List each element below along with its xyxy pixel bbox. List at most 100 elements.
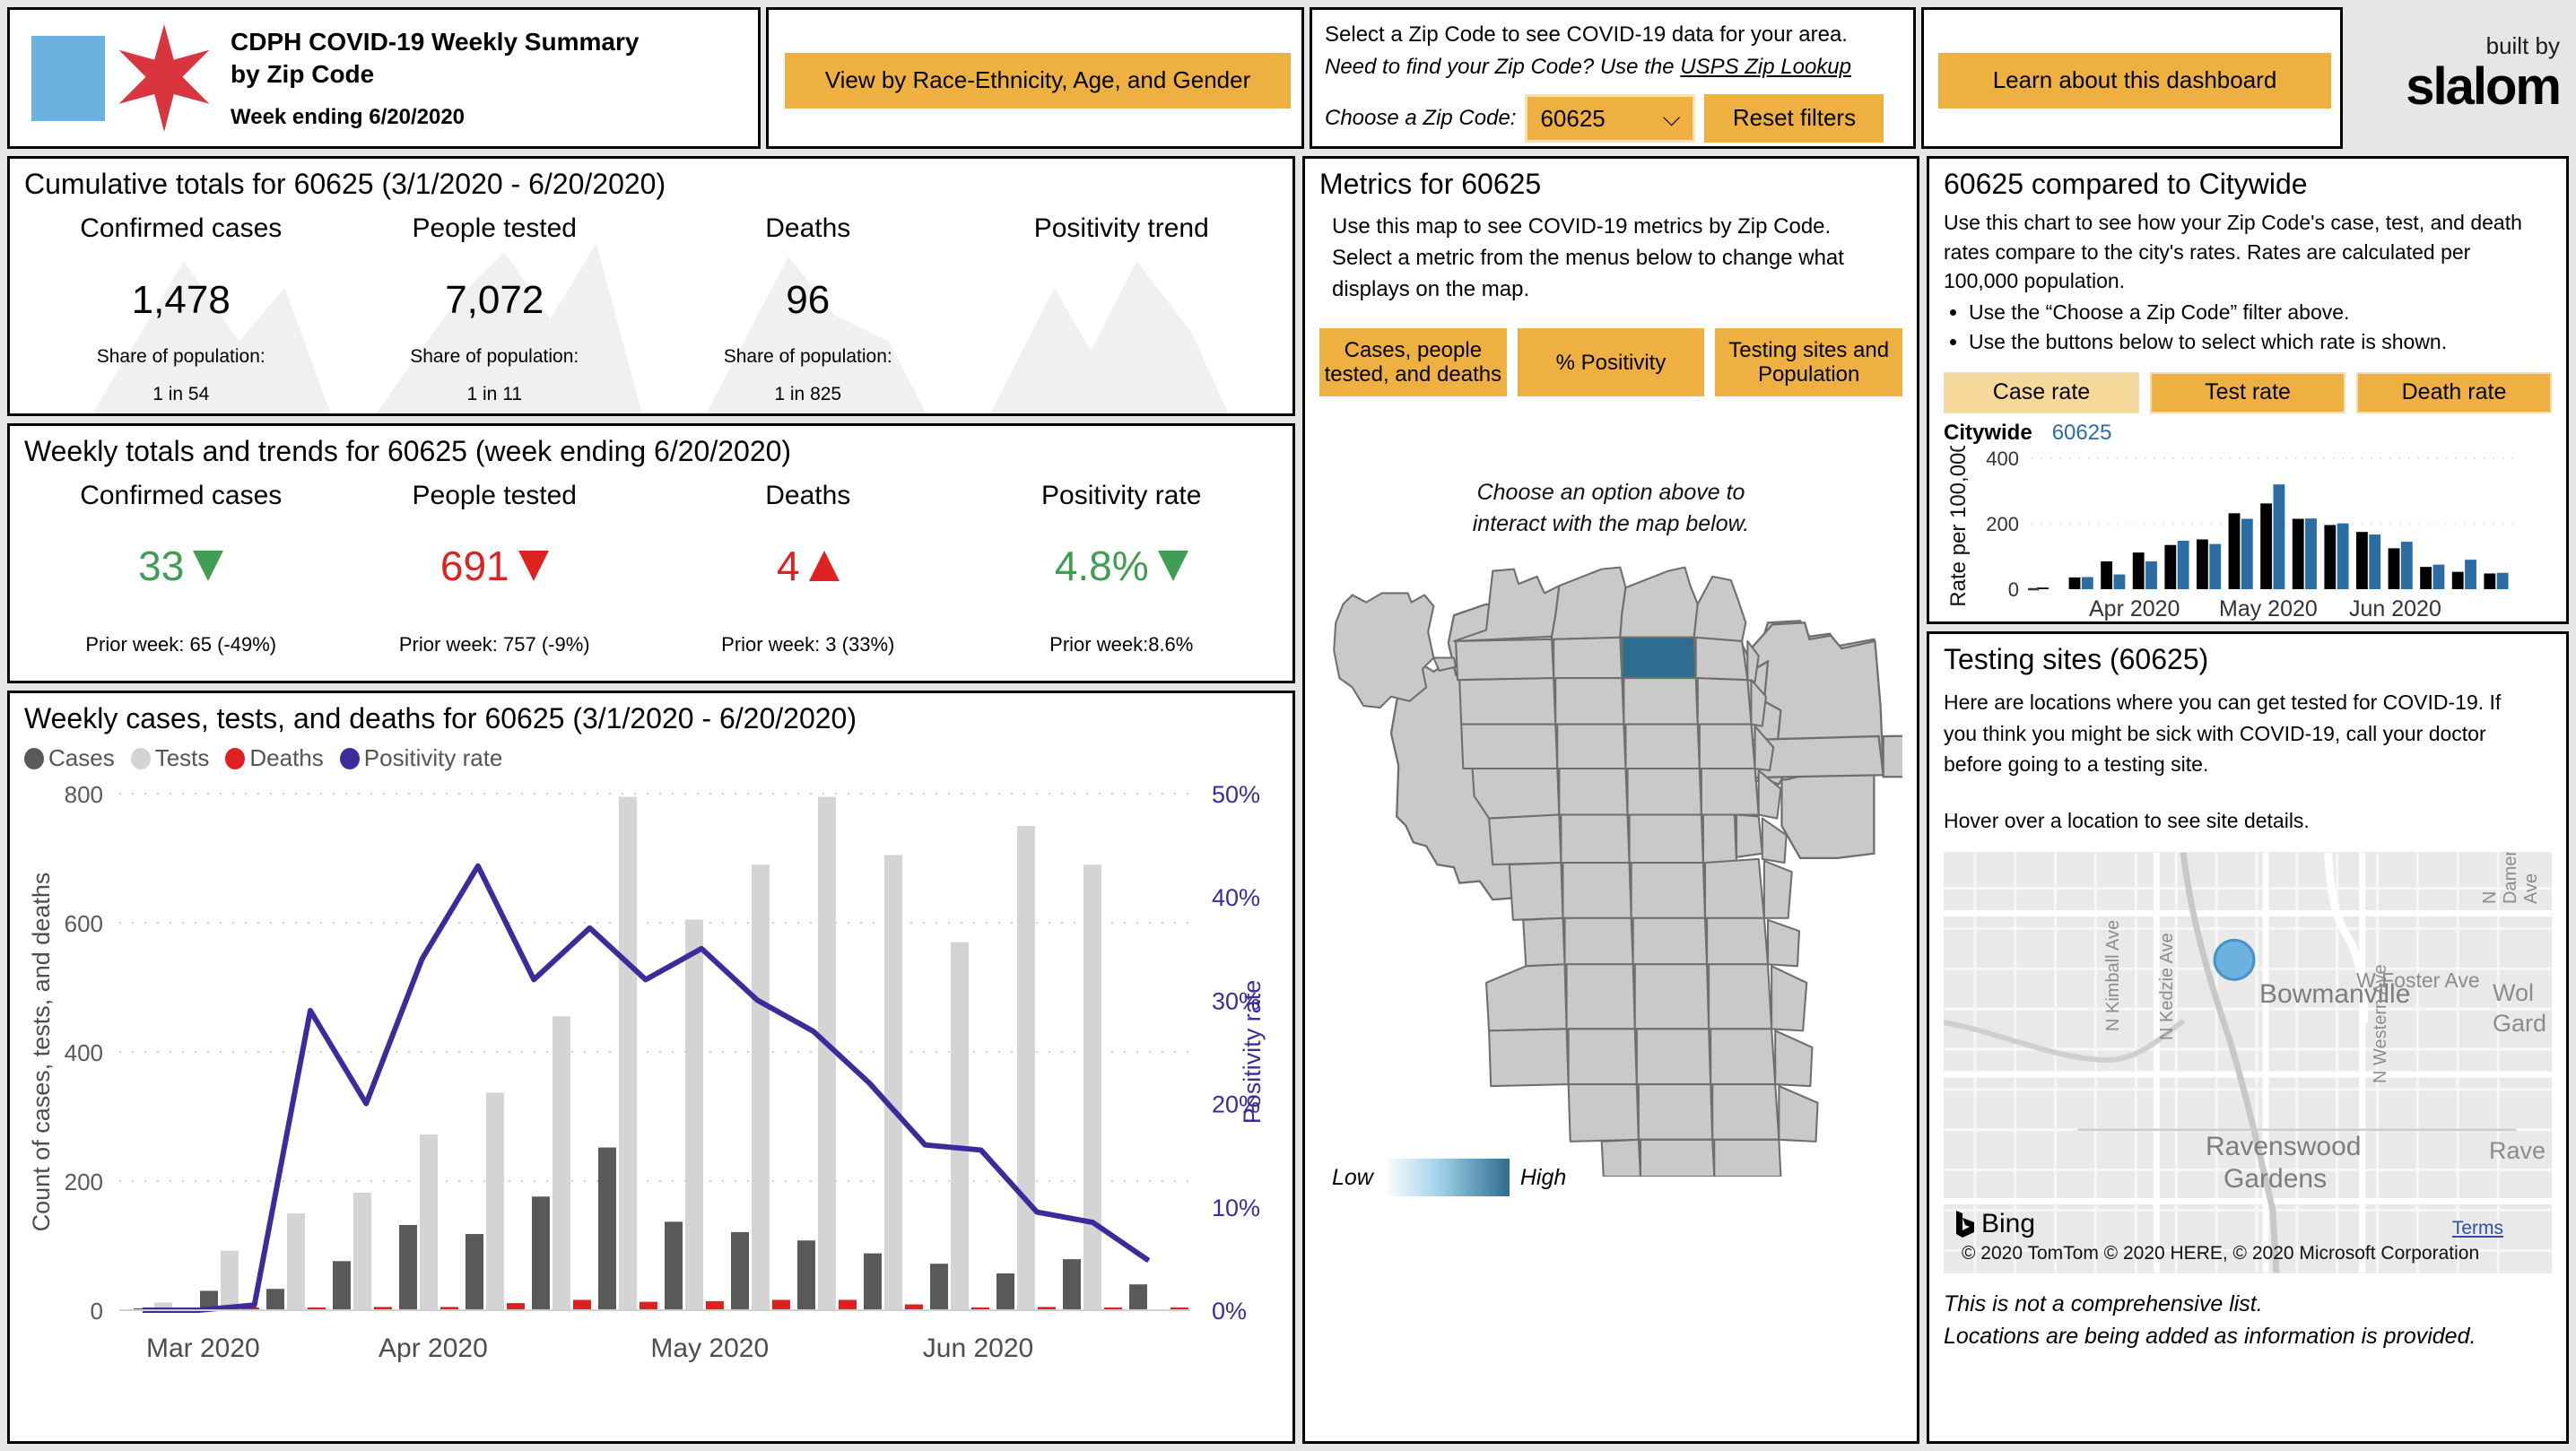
metric-button-cases-tested-deaths[interactable]: Cases, people tested, and deaths [1319,328,1507,397]
dashboard-root: CDPH COVID-19 Weekly Summary by Zip Code… [0,0,2576,1451]
cumulative-metric-deaths: Deaths 96 Share of population: 1 in 825 [651,213,965,405]
chicago-zip-map[interactable]: Low High [1319,549,2194,1212]
testing-body-line1: Here are locations where you can get tes… [1944,691,2502,714]
dashboard-title-line1: CDPH COVID-19 Weekly Summary [231,28,640,56]
header-learn-card: Learn about this dashboard [1921,7,2343,149]
weekly-chart-svg[interactable]: 02004006008000%10%20%30%40%50%Mar 2020 Ap… [24,772,1280,1400]
metric-button-testing-sites-population[interactable]: Testing sites and Population [1715,328,1903,397]
legend-swatch-positivity [339,747,360,769]
compare-chart-svg[interactable]: 0 200 400 Apr 2020 May 2020 Jun 2020 Rate per … [1944,440,2546,625]
map-label-gardens: Gard [2493,1010,2547,1037]
legend-swatch-tests [130,747,151,769]
legend-item-positivity-rate[interactable]: Positivity rate [339,744,502,772]
testing-foot-line1: This is not a comprehensive list. [1944,1291,2263,1316]
legend-label: Tests [154,744,210,771]
svg-text:800: 800 [65,781,103,808]
map-label-n-kedzie: N Kedzie Ave [2157,933,2177,1040]
zip-code-select[interactable]: 60625 ⌵ [1525,94,1696,143]
map-label-wolcott: Wol [2493,979,2535,1006]
map-label-n-kimball: N Kimball Ave [2103,919,2123,1031]
testing-panel-body: Here are locations where you can get tes… [1944,687,2552,836]
trend-up-icon [808,551,840,581]
bing-logo[interactable]: Bing [1954,1209,2035,1239]
map-label-n-western: N Western Ave [2371,964,2390,1083]
metric-button-percent-positivity[interactable]: % Positivity [1517,328,1705,397]
testing-site-marker[interactable] [2213,938,2256,981]
metric-value: 7,072 [445,278,544,322]
learn-about-dashboard-button[interactable]: Learn about this dashboard [1938,53,2331,109]
bing-terms-link[interactable]: Terms [2452,1218,2503,1239]
reset-filters-button[interactable]: Reset filters [1704,94,1884,143]
zip-lookup-line: Need to find your Zip Code? Use the USPS… [1325,51,1901,83]
map-color-scale-legend: Low High [1332,1159,1566,1197]
metric-value: 96 [786,278,831,322]
dashboard-title-line2: by Zip Code [231,60,375,88]
cumulative-metric-positivity-trend: Positivity trend [965,213,1279,405]
usps-zip-lookup-link[interactable]: USPS Zip Lookup [1680,55,1851,79]
legend-selected-zip: 60625 [2051,420,2112,445]
metric-name: Positivity rate [1041,481,1202,510]
metrics-body-line2: Select a metric from the menus below to … [1332,245,1844,270]
weekly-value-block: 33 [24,542,338,590]
legend-item-tests[interactable]: Tests [130,744,210,772]
cumulative-panel-title: Cumulative totals for 60625 (3/1/2020 - … [24,168,666,200]
metric-share-label: Share of population: [723,346,892,367]
weekly-metric-positivity-rate: Positivity rate 4.8% Prior week:8.6% [965,481,1279,656]
selected-zip-60625[interactable] [1621,637,1697,680]
metric-name: Deaths [765,481,851,510]
chicago-zip-map-svg[interactable] [1319,549,2194,1178]
legend-label: Cases [48,744,115,771]
metric-share-value: 1 in 54 [152,384,210,404]
rate-button-group: Case rate Test rate Death rate [1944,371,2552,413]
bing-attribution: © 2020 TomTom © 2020 HERE, © 2020 Micros… [1962,1243,2480,1264]
testing-foot-line2: Locations are being added as information… [1944,1324,2476,1350]
test-rate-button[interactable]: Test rate [2150,371,2345,413]
header-title-card: CDPH COVID-19 Weekly Summary by Zip Code… [7,7,761,149]
week-ending-label: Week ending 6/20/2020 [231,104,466,129]
legend-item-cases[interactable]: Cases [24,744,115,772]
view-by-race-ethnicity-button[interactable]: View by Race-Ethnicity, Age, and Gender [785,53,1291,109]
scale-gradient-bar [1383,1159,1510,1197]
zip-prompt-text: Select a Zip Code to see COVID-19 data f… [1325,22,1848,47]
bing-b-icon [1956,1211,1974,1238]
legend-label: Deaths [249,744,324,771]
compare-panel-body: Use this chart to see how your Zip Code'… [1944,208,2552,296]
metric-name: People tested [412,481,577,510]
metric-share-label: Share of population: [410,346,579,367]
case-rate-button[interactable]: Case rate [1944,371,2139,413]
metrics-body-line1: Use this map to see COVID-19 metrics by … [1332,214,1832,239]
compare-body-line3: 100,000 population. [1944,269,2126,293]
slalom-wordmark: slalom [2406,57,2562,116]
compare-body-line1: Use this chart to see how your Zip Code'… [1944,211,2522,234]
legend-item-deaths[interactable]: Deaths [225,744,324,772]
weekly-totals-panel: Weekly totals and trends for 60625 (week… [7,423,1295,683]
metric-share-label: Share of population: [96,346,265,367]
weekly-value-block: 4.8% [965,542,1279,590]
main-chart-legend: Cases Tests Deaths Positivity rate [24,744,1278,772]
bing-wordmark: Bing [1981,1209,2036,1238]
svg-text:Apr 2020: Apr 2020 [2089,596,2180,621]
svg-text:Mar 2020: Mar 2020 [146,1334,260,1363]
metrics-panel-body: Use this map to see COVID-19 metrics by … [1319,212,1902,305]
metrics-panel-title: Metrics for 60625 [1319,168,1542,200]
metric-name: Positivity trend [1033,213,1209,243]
cumulative-metric-people-tested: People tested 7,072 Share of population:… [338,213,652,405]
weekly-metrics-row: Confirmed cases 33 Prior week: 65 (-49%)… [24,481,1278,656]
choose-zip-label: Choose a Zip Code: [1325,106,1517,130]
testing-body-line4: Hover over a location to see site detail… [1944,808,2310,832]
trend-down-icon [1157,551,1188,581]
bing-map[interactable]: W Bryn Mawr Ave W Foster Ave Bowmanville… [1944,852,2552,1273]
flag-blue-bar-icon [31,35,105,121]
compare-bullet-1: Use the “Choose a Zip Code” filter above… [1969,298,2552,327]
metric-name: Confirmed cases [80,481,283,510]
svg-text:0%: 0% [1212,1298,1247,1325]
metric-value: 33 [138,543,185,589]
cumulative-totals-panel: Cumulative totals for 60625 (3/1/2020 - … [7,156,1295,416]
svg-text:600: 600 [65,910,103,937]
svg-text:50%: 50% [1212,781,1260,808]
death-rate-button[interactable]: Death rate [2356,371,2552,413]
trend-down-icon [193,551,224,581]
zip-lookup-prefix: Need to find your Zip Code? Use the [1325,55,1681,79]
svg-text:40%: 40% [1212,884,1260,911]
